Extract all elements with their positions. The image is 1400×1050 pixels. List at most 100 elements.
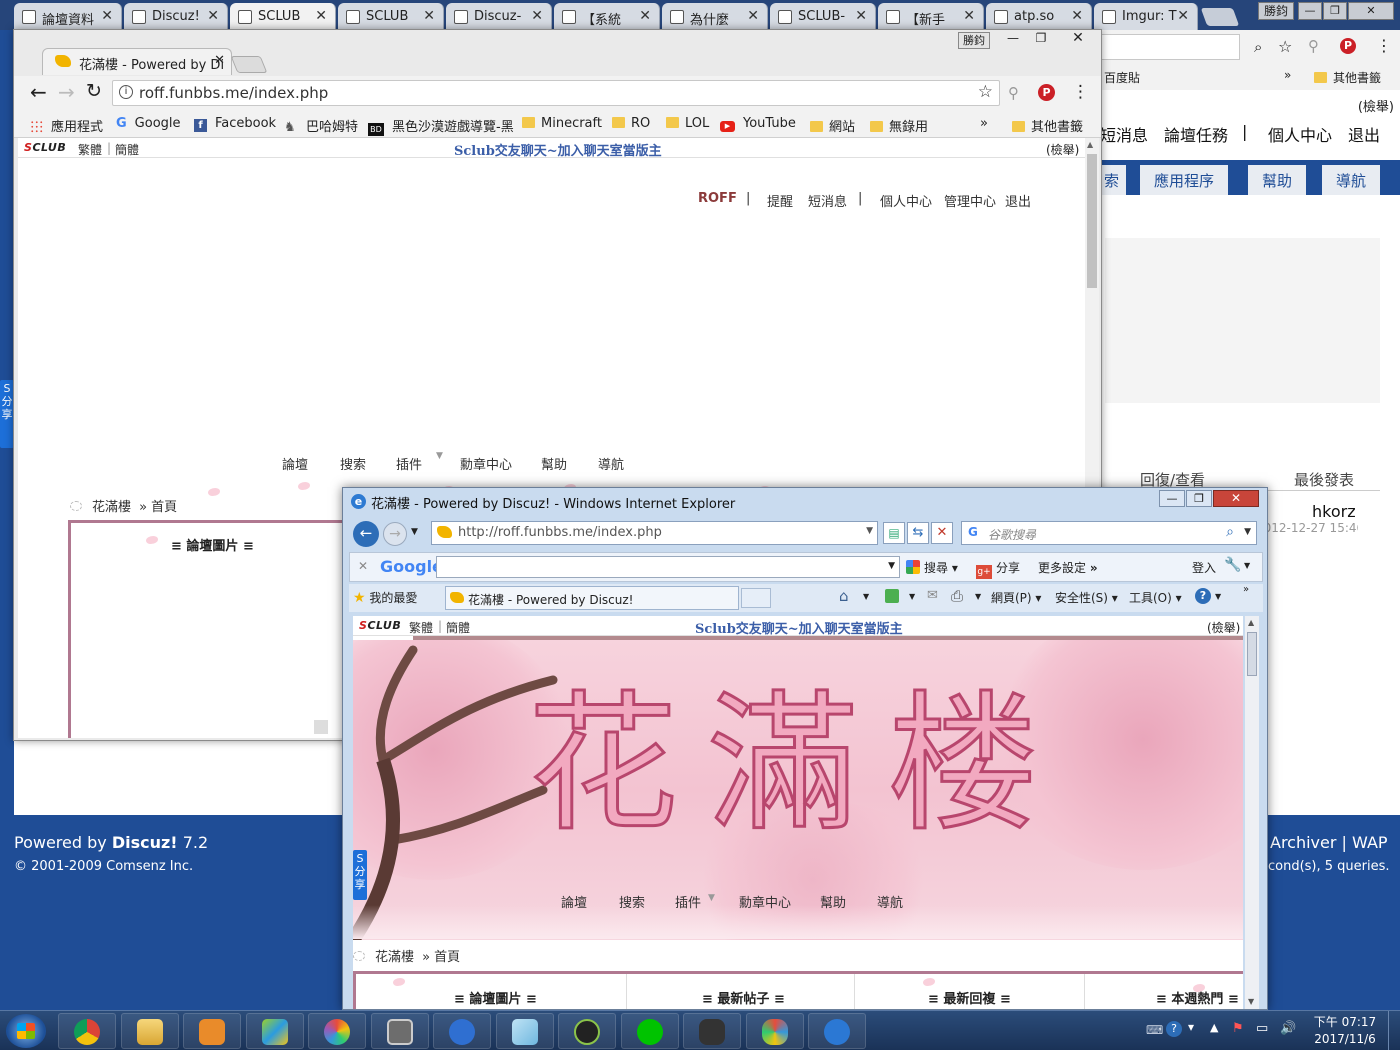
- background-maximize-button[interactable]: ❐: [1323, 2, 1347, 20]
- scrollbar-thumb[interactable]: [1247, 632, 1257, 676]
- bookmark-folder[interactable]: 網站: [810, 116, 855, 135]
- footer-discuz-link[interactable]: Discuz!: [112, 833, 178, 852]
- taskbar-media-player-button[interactable]: [183, 1013, 241, 1049]
- bookmark-google[interactable]: G Google: [116, 116, 181, 131]
- close-tab-icon[interactable]: ✕: [214, 53, 225, 68]
- network-icon[interactable]: ▭: [1256, 1021, 1268, 1036]
- menu-icon[interactable]: ⋮: [1376, 36, 1392, 55]
- forum-nav-item[interactable]: 搜索: [619, 892, 645, 911]
- background-tabnav-navigation[interactable]: 導航: [1322, 165, 1381, 195]
- breadcrumb-home[interactable]: 花滿樓: [375, 950, 414, 965]
- google-input-dropdown-icon[interactable]: ▼: [888, 561, 895, 571]
- chevron-more-icon[interactable]: »: [1243, 584, 1249, 595]
- background-tabnav-apps[interactable]: 應用程序: [1140, 165, 1229, 195]
- ie-minimize-button[interactable]: —: [1159, 490, 1185, 507]
- bookmark-folder[interactable]: LOL: [666, 116, 709, 131]
- taskbar-line-button[interactable]: [620, 1013, 679, 1049]
- bookmark-apps-grid[interactable]: 應用程式: [30, 116, 103, 135]
- ie-forward-icon[interactable]: →: [383, 522, 407, 546]
- forum-nav-item[interactable]: 幫助: [820, 892, 846, 911]
- chrome-active-tab[interactable]: 花滿樓 - Powered by Di ✕: [42, 48, 232, 75]
- taskbar-explorer-button[interactable]: [120, 1013, 179, 1049]
- tools-menu[interactable]: 工具(O) ▾: [1129, 589, 1182, 606]
- forum-nav-item[interactable]: 論壇: [282, 454, 308, 473]
- home-icon[interactable]: ⌂: [839, 587, 849, 605]
- feeds-dropdown-icon[interactable]: ▼: [909, 592, 915, 601]
- scroll-up-icon[interactable]: ▲: [1087, 140, 1093, 149]
- background-tab[interactable]: atp.so ✕: [986, 3, 1092, 30]
- close-tab-icon[interactable]: ✕: [639, 8, 651, 24]
- taskbar-nox-2-button[interactable]: [683, 1013, 741, 1049]
- background-new-tab-button[interactable]: [1200, 8, 1240, 26]
- bookmarks-more[interactable]: »: [980, 116, 988, 131]
- close-tab-icon[interactable]: ✕: [423, 8, 435, 24]
- security-icon[interactable]: ⚑: [1232, 1021, 1244, 1036]
- forum-nav-item[interactable]: 插件: [675, 892, 701, 911]
- background-tabnav-search[interactable]: 索: [1100, 165, 1126, 195]
- compatibility-icon[interactable]: ▤: [883, 522, 905, 544]
- safety-menu[interactable]: 安全性(S) ▾: [1055, 589, 1118, 606]
- google-login-button[interactable]: 登入: [1192, 559, 1216, 576]
- bookmark-folder[interactable]: 無錄用: [870, 116, 928, 135]
- feeds-icon[interactable]: [885, 589, 899, 603]
- mail-icon[interactable]: ✉: [927, 588, 938, 603]
- extension-icon[interactable]: ⚲: [1008, 84, 1019, 102]
- ie-active-tab[interactable]: 花滿樓 - Powered by Discuz!: [445, 586, 739, 610]
- sclub-slogan[interactable]: Sclub交友聊天~加入聊天室當版主: [695, 618, 903, 637]
- background-other-bookmarks[interactable]: 其他書籤: [1314, 69, 1381, 86]
- chrome-minimize-button[interactable]: —: [1000, 31, 1026, 48]
- help-dropdown-icon[interactable]: ▼: [1215, 592, 1221, 601]
- bookmark-facebook[interactable]: f Facebook: [194, 116, 276, 132]
- background-tab[interactable]: Discuz- ✕: [446, 3, 552, 30]
- favorites-button[interactable]: ★ 我的最愛: [353, 589, 417, 606]
- bookmark-star-icon[interactable]: ☆: [978, 82, 993, 102]
- sclub-slogan[interactable]: Sclub交友聊天~加入聊天室當版主: [454, 140, 662, 159]
- footer-archiver-wap[interactable]: Archiver | WAP: [1270, 833, 1388, 852]
- user-nav-item[interactable]: 提醒: [767, 191, 793, 210]
- background-tab[interactable]: 【新手 ✕: [878, 3, 984, 30]
- print-icon[interactable]: ⎙: [951, 587, 963, 605]
- address-dropdown-icon[interactable]: ▼: [866, 526, 873, 536]
- close-tab-icon[interactable]: ✕: [207, 8, 219, 24]
- background-tab[interactable]: SCLUB ✕: [338, 3, 444, 30]
- background-close-button[interactable]: ✕: [1348, 2, 1394, 20]
- close-tab-icon[interactable]: ✕: [101, 8, 113, 24]
- help-icon[interactable]: ?: [1195, 588, 1211, 604]
- close-tab-icon[interactable]: ✕: [1177, 8, 1189, 24]
- background-nav-item[interactable]: 退出: [1348, 122, 1380, 146]
- user-nav-item[interactable]: 管理中心: [944, 191, 996, 210]
- chrome-user-badge[interactable]: 勝鈞: [958, 32, 990, 49]
- extension-icon[interactable]: ⚲: [1308, 37, 1319, 55]
- wrench-dropdown-icon[interactable]: ▼: [1244, 561, 1250, 570]
- volume-icon[interactable]: 🔊: [1280, 1021, 1296, 1036]
- system-clock[interactable]: 下午 07:17 2017/11/6: [1305, 1014, 1385, 1048]
- close-tab-icon[interactable]: ✕: [963, 8, 975, 24]
- home-dropdown-icon[interactable]: ▼: [863, 592, 869, 601]
- close-tab-icon[interactable]: ✕: [855, 8, 867, 24]
- show-hidden-icons[interactable]: ▲: [1210, 1021, 1218, 1034]
- background-bookmark-partial[interactable]: 百度貼: [1104, 69, 1140, 86]
- google-more-settings[interactable]: 更多設定 »: [1038, 559, 1098, 576]
- user-nav-item[interactable]: 短消息: [808, 191, 847, 210]
- forward-arrow-icon[interactable]: →: [58, 80, 75, 104]
- chrome-address-bar[interactable]: i roff.funbbs.me/index.php ☆: [112, 80, 1000, 106]
- back-arrow-icon[interactable]: ←: [30, 80, 47, 104]
- help-tray-icon[interactable]: ?: [1166, 1021, 1182, 1037]
- user-nav-item[interactable]: 個人中心: [880, 191, 932, 210]
- forum-nav-item[interactable]: 搜索: [340, 454, 366, 473]
- ie-new-tab-button[interactable]: [741, 588, 771, 608]
- background-nav-item[interactable]: 短消息: [1100, 122, 1148, 146]
- bookmark-star-icon[interactable]: ☆: [1278, 37, 1292, 56]
- taskbar-notepad-button[interactable]: [495, 1013, 554, 1049]
- chrome-new-tab-button[interactable]: [230, 56, 268, 73]
- forum-nav-item[interactable]: 插件: [396, 454, 422, 473]
- taskbar-cyberlink-button[interactable]: [433, 1013, 491, 1049]
- background-tab[interactable]: 論壇資料 ✕: [14, 3, 122, 30]
- ie-address-bar[interactable]: http://roff.funbbs.me/index.php ▼: [431, 521, 878, 545]
- forum-nav-item[interactable]: 導航: [598, 454, 624, 473]
- background-tabnav-help[interactable]: 幫助: [1248, 165, 1307, 195]
- chrome-close-button[interactable]: ✕: [1058, 30, 1098, 48]
- ie-history-dropdown-icon[interactable]: ▼: [411, 527, 418, 537]
- ie-maximize-button[interactable]: ❐: [1186, 490, 1212, 507]
- share-widget[interactable]: S 分享: [353, 850, 367, 900]
